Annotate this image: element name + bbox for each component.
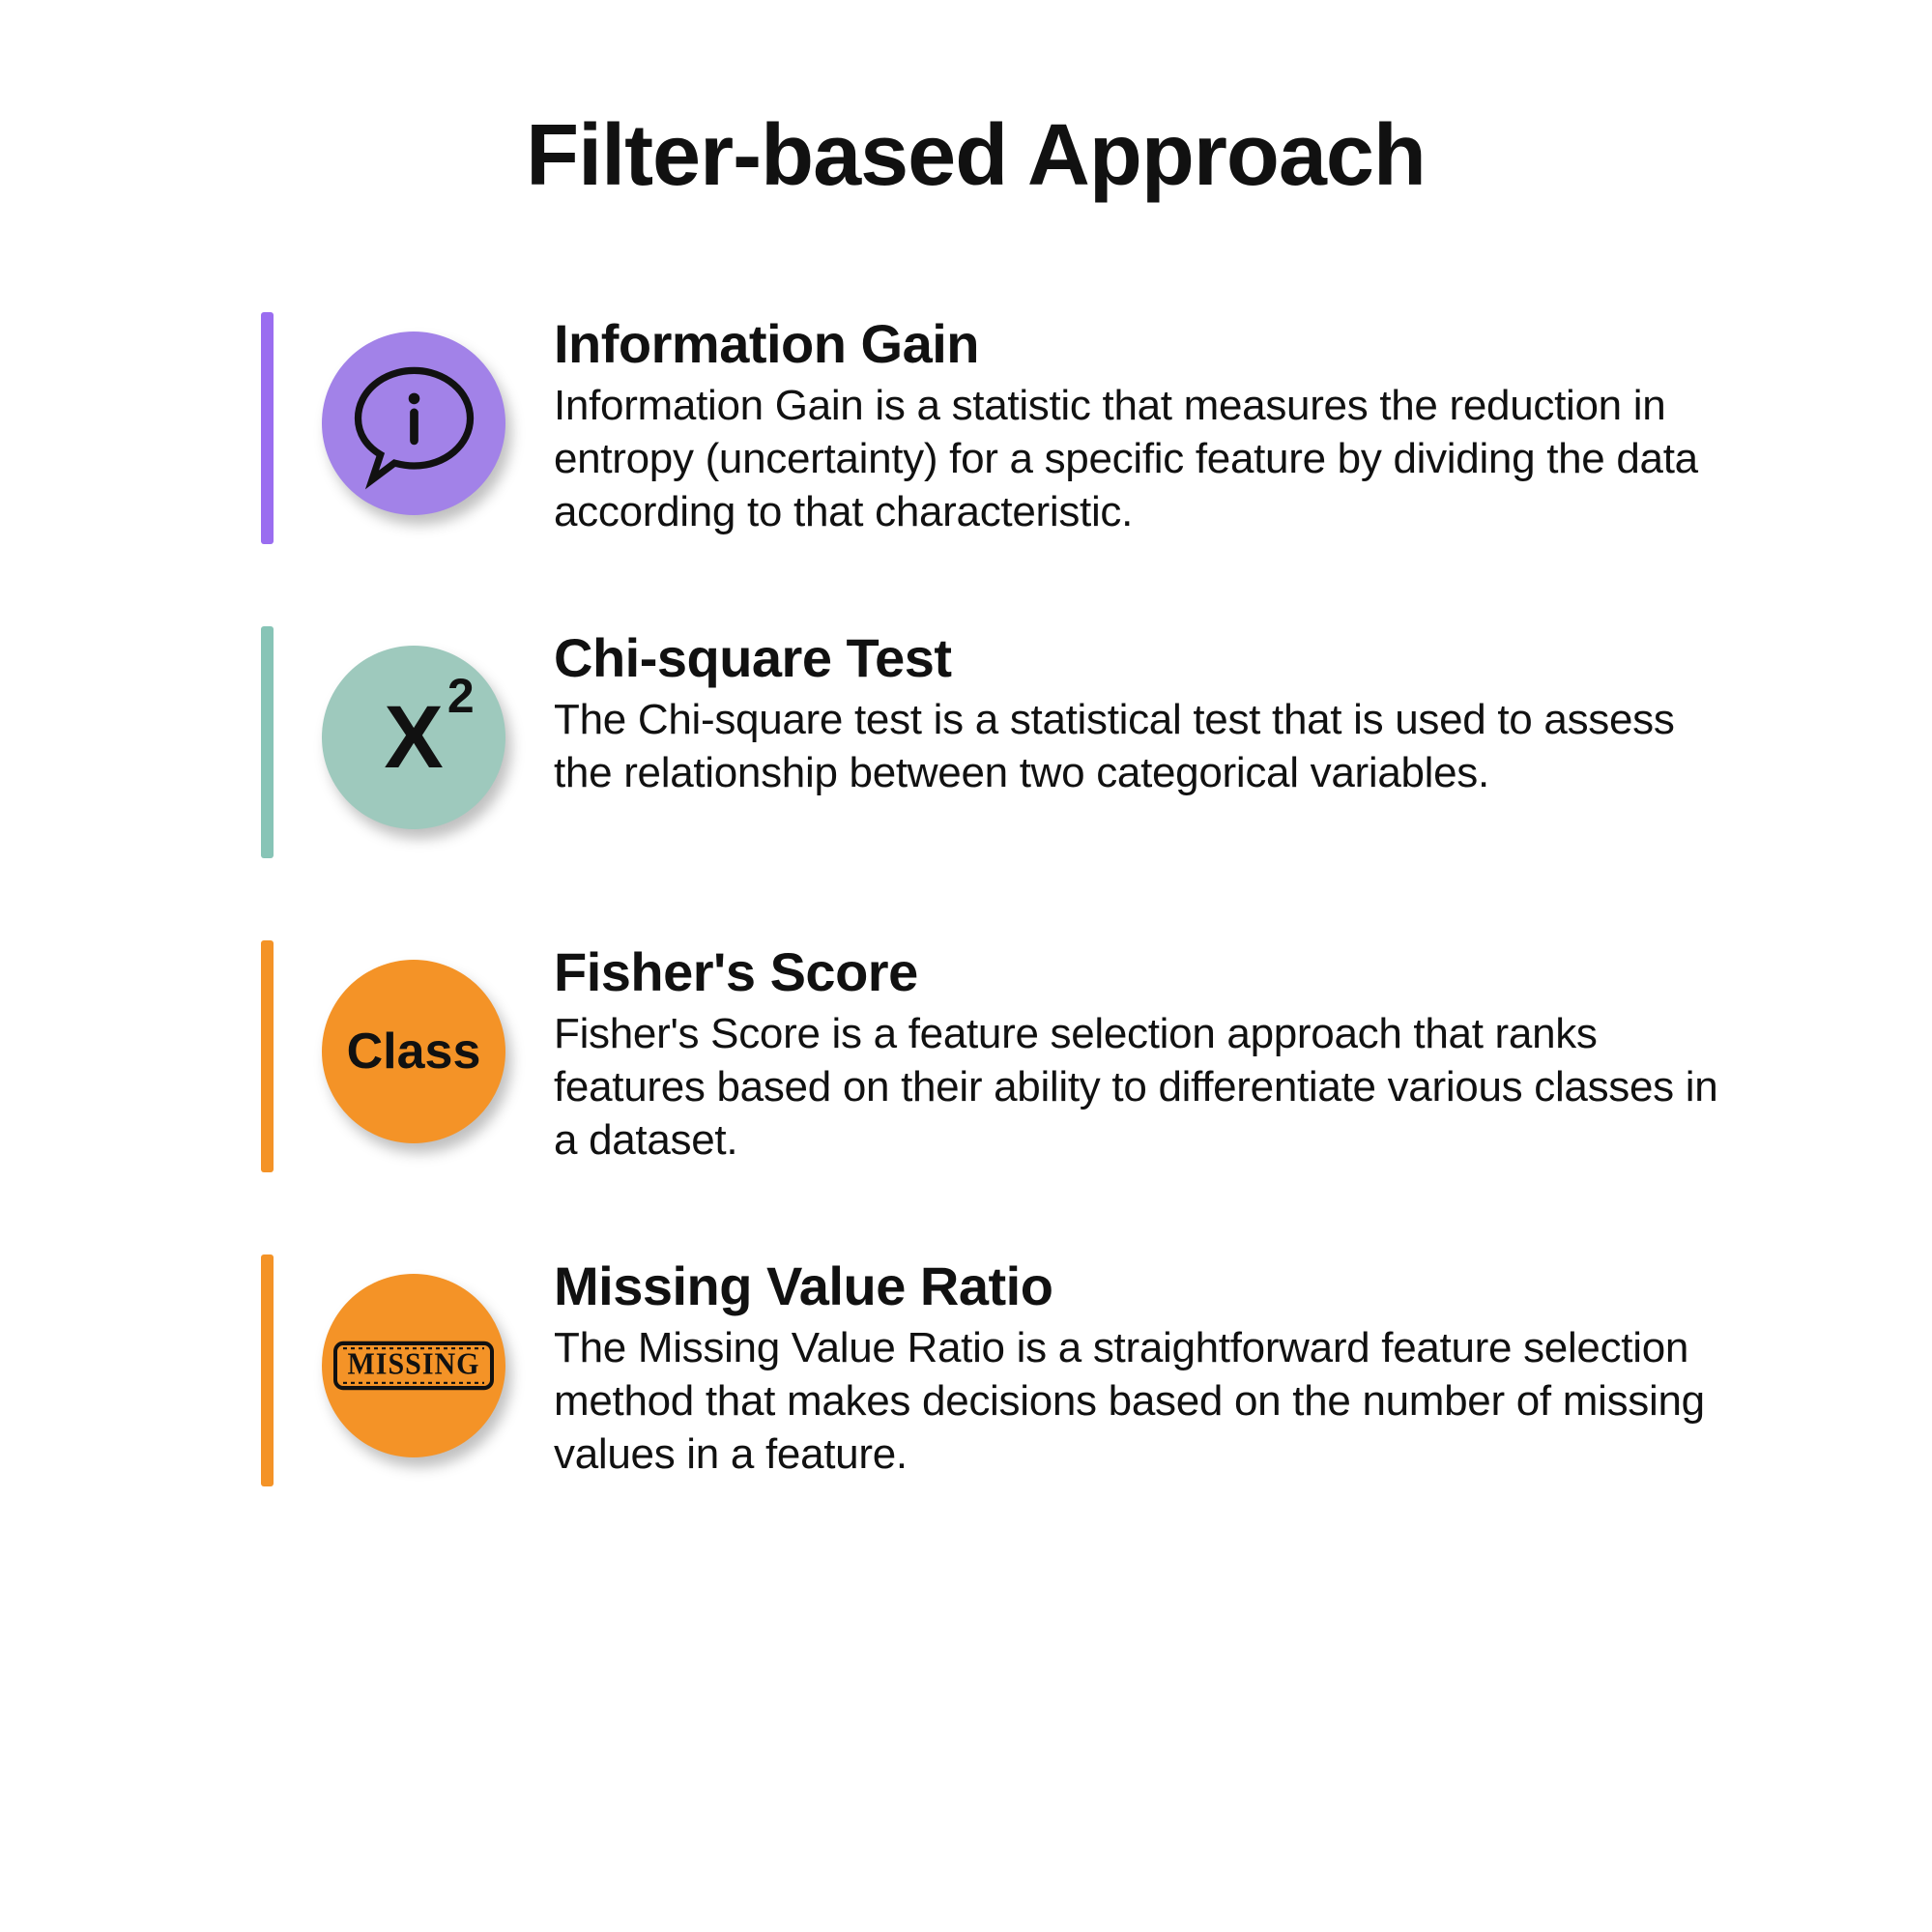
item-description: The Missing Value Ratio is a straightfor… <box>554 1321 1739 1481</box>
accent-bar <box>261 626 274 858</box>
page: Filter-based Approach Information Gain I… <box>0 0 1932 1932</box>
item-text: Fisher's Score Fisher's Score is a featu… <box>554 940 1739 1167</box>
list-item: Information Gain Information Gain is a s… <box>261 312 1739 544</box>
page-title: Filter-based Approach <box>213 106 1739 206</box>
item-heading: Chi-square Test <box>554 626 1739 689</box>
accent-bar <box>261 940 274 1172</box>
list-item: X2 Chi-square Test The Chi-square test i… <box>261 626 1739 858</box>
item-heading: Fisher's Score <box>554 940 1739 1003</box>
item-text: Information Gain Information Gain is a s… <box>554 312 1739 538</box>
missing-stamp-icon: MISSING <box>322 1274 505 1457</box>
item-heading: Information Gain <box>554 312 1739 375</box>
chi-sup: 2 <box>447 668 475 724</box>
class-label-icon: Class <box>322 960 505 1143</box>
chi-square-icon: X2 <box>322 646 505 829</box>
item-heading: Missing Value Ratio <box>554 1254 1739 1317</box>
item-text: Missing Value Ratio The Missing Value Ra… <box>554 1254 1739 1481</box>
chi-square-icon-text: X2 <box>384 687 443 789</box>
info-speech-bubble-icon <box>322 332 505 515</box>
item-description: Information Gain is a statistic that mea… <box>554 379 1739 538</box>
info-speech-bubble-icon-svg <box>344 354 484 494</box>
accent-bar <box>261 312 274 544</box>
chi-main: X <box>384 688 443 787</box>
class-label-text: Class <box>347 1023 481 1081</box>
item-description: Fisher's Score is a feature selection ap… <box>554 1007 1739 1167</box>
list-item: Class Fisher's Score Fisher's Score is a… <box>261 940 1739 1172</box>
accent-bar <box>261 1254 274 1486</box>
list-item: MISSING Missing Value Ratio The Missing … <box>261 1254 1739 1486</box>
missing-stamp-text: MISSING <box>333 1341 493 1390</box>
items-list: Information Gain Information Gain is a s… <box>213 312 1739 1486</box>
item-text: Chi-square Test The Chi-square test is a… <box>554 626 1739 799</box>
item-description: The Chi-square test is a statistical tes… <box>554 693 1739 799</box>
